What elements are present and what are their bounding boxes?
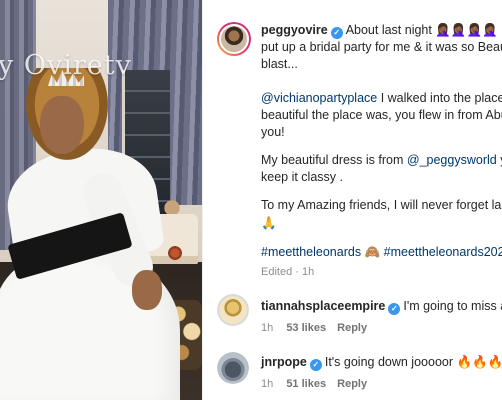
- face: [40, 96, 84, 154]
- caption-line-6: you!: [261, 124, 285, 141]
- author-username[interactable]: peggyovire: [261, 23, 328, 37]
- caption-text: you: [497, 153, 502, 167]
- comment-likes[interactable]: 51 likes: [286, 378, 326, 390]
- video-watermark: y Oviretv: [0, 50, 132, 81]
- post-details-panel: peggyovire ✓ About last night 🤦🏾‍♀️🤦🏾‍♀️🤦🏾…: [202, 0, 502, 400]
- caption-line-3: blast...: [261, 56, 298, 73]
- caption-text: put up a bridal party for me & it was so…: [261, 40, 502, 54]
- caption-text: To my Amazing friends, I will never forg…: [261, 198, 502, 212]
- comment-likes[interactable]: 53 likes: [286, 322, 326, 334]
- caption-line-2: put up a bridal party for me & it was so…: [261, 39, 502, 56]
- caption-line-1: peggyovire ✓ About last night 🤦🏾‍♀️🤦🏾‍♀️🤦🏾…: [261, 22, 502, 39]
- caption-text: blast...: [261, 57, 298, 71]
- comment-username[interactable]: tiannahsplaceempire: [261, 299, 385, 313]
- caption-line-10: 🙏: [261, 214, 277, 231]
- profile-avatar-icon: [217, 294, 249, 326]
- caption-line-4: @vichianopartyplace I walked into the pl…: [261, 90, 502, 107]
- caption-line-7: My beautiful dress is from @_peggysworld…: [261, 152, 502, 169]
- reply-button[interactable]: Reply: [337, 322, 367, 334]
- cake-topper: [160, 196, 184, 216]
- comment-1: tiannahsplaceempire✓I'm going to miss al…: [261, 298, 502, 315]
- comment-1-meta: 1h 53 likes Reply: [261, 320, 367, 337]
- commenter-avatar[interactable]: [217, 294, 249, 326]
- comment-2: jnrpope ✓ It's going down jooooor 🔥🔥🔥🔥: [261, 354, 502, 371]
- pray-emoji: 🙏: [261, 215, 277, 230]
- caption-line-5: beautiful the place was, you flew in fro…: [261, 107, 502, 124]
- reply-button[interactable]: Reply: [337, 378, 367, 390]
- profile-avatar-icon: [217, 352, 249, 384]
- caption-text: About last night 🤦🏾‍♀️🤦🏾‍♀️🤦🏾‍♀️🤦🏾‍♀️ My: [345, 23, 502, 37]
- verified-badge-icon: ✓: [388, 303, 401, 315]
- profile-avatar-icon: [219, 24, 249, 54]
- commenter-avatar[interactable]: [217, 352, 249, 384]
- mention-link[interactable]: @_peggysworld: [407, 153, 497, 167]
- comment-username[interactable]: jnrpope: [261, 355, 307, 369]
- caption-text: My beautiful dress is from: [261, 153, 407, 167]
- caption-line-8: keep it classy .: [261, 169, 343, 186]
- author-avatar[interactable]: [217, 22, 251, 56]
- comment-text: I'm going to miss all th: [403, 299, 502, 313]
- caption-text: keep it classy .: [261, 170, 343, 184]
- caption-line-9: To my Amazing friends, I will never forg…: [261, 197, 502, 214]
- verified-badge-icon: ✓: [330, 27, 343, 39]
- caption-text: beautiful the place was, you flew in fro…: [261, 108, 502, 122]
- comment-2-meta: 1h 51 likes Reply: [261, 376, 367, 393]
- hashtag-line: #meettheleonards 🙈 #meettheleonards2022: [261, 243, 502, 261]
- comment-time: 1h: [261, 322, 274, 334]
- post-photo[interactable]: y Oviretv: [0, 0, 202, 400]
- caption-text: I walked into the place M: [380, 91, 502, 105]
- hashtag-link[interactable]: #meettheleonards: [261, 245, 361, 259]
- hand: [132, 270, 162, 310]
- monkey-emoji: 🙈: [364, 244, 381, 259]
- caption-text: you!: [261, 125, 285, 139]
- cake-flower: [166, 246, 184, 260]
- comment-text: It's going down jooooor 🔥🔥🔥🔥: [324, 355, 502, 369]
- comment-time: 1h: [261, 378, 274, 390]
- mention-link[interactable]: @vichianopartyplace: [261, 91, 377, 105]
- verified-badge-icon: ✓: [309, 359, 322, 371]
- post-edited-time: Edited · 1h: [261, 266, 315, 278]
- hashtag-link[interactable]: #meettheleonards2022: [384, 245, 502, 259]
